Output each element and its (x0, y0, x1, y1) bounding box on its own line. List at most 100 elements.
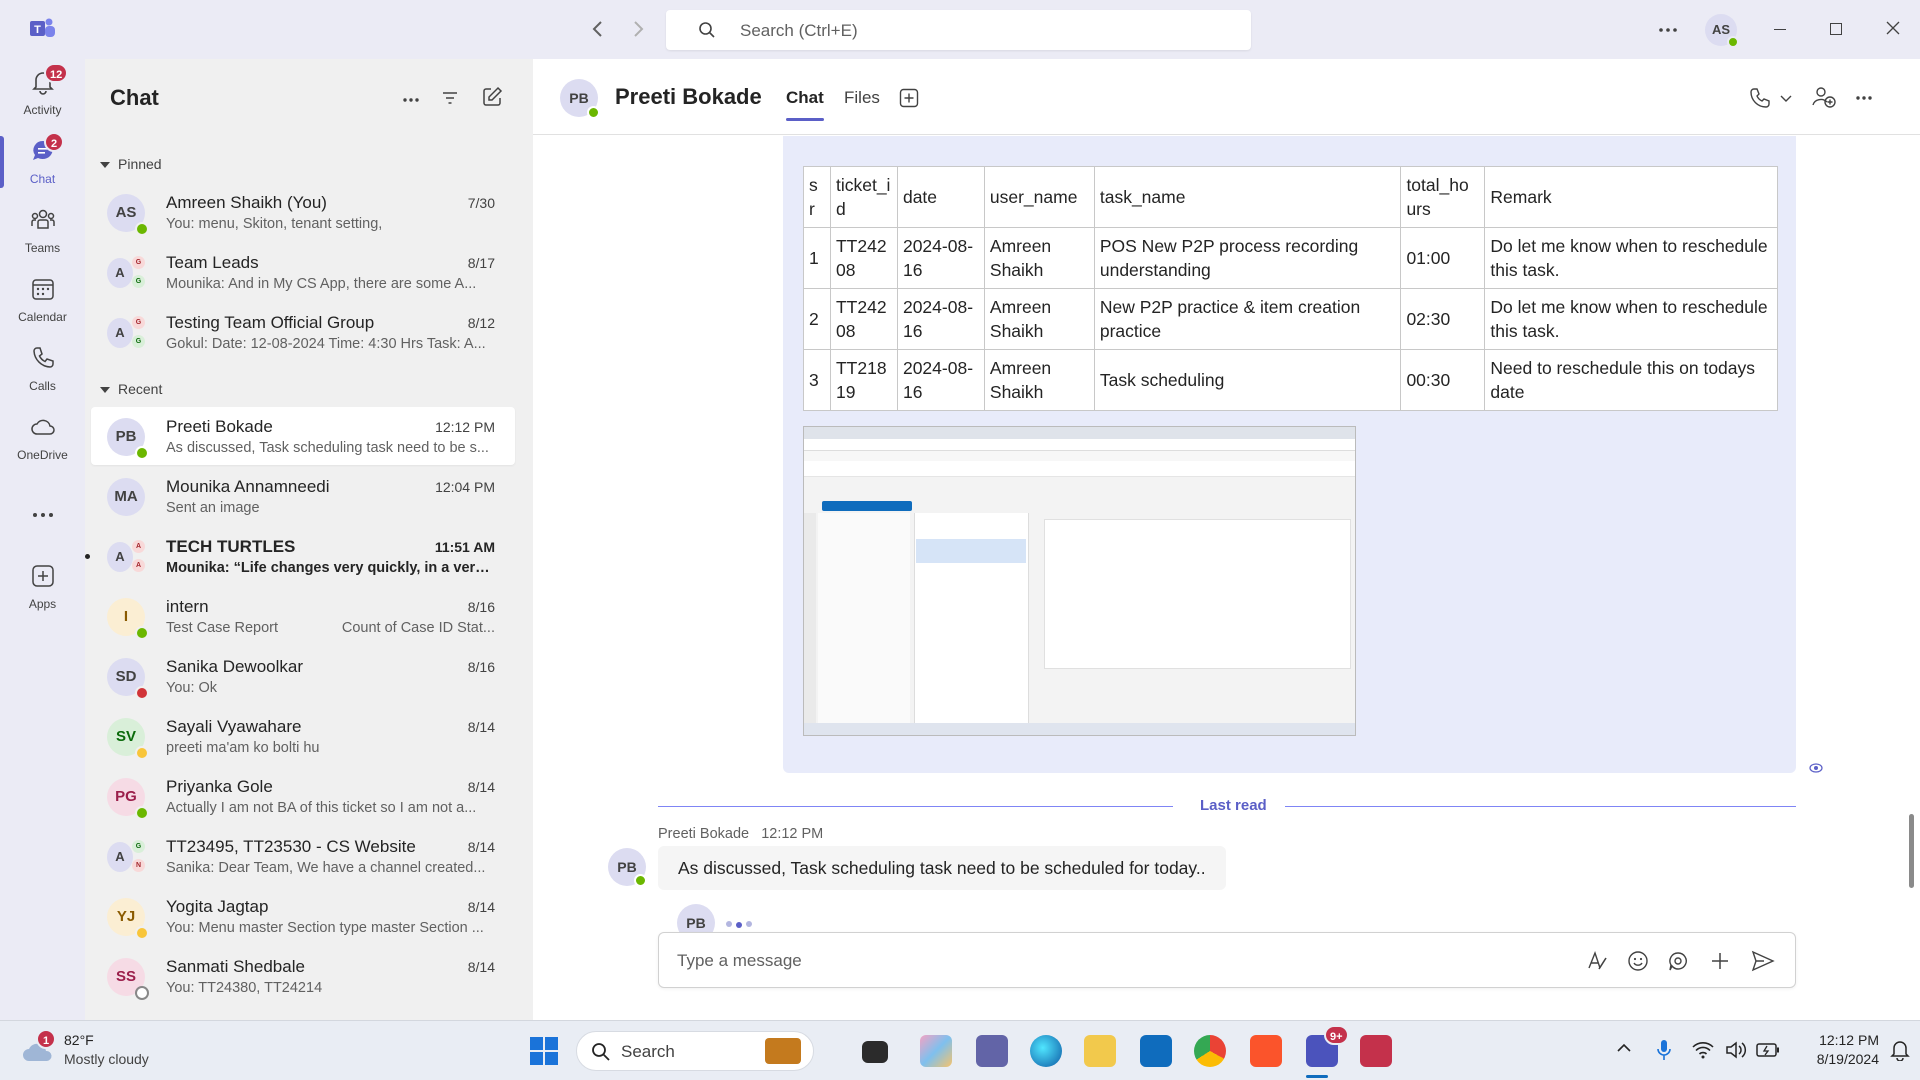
volume-icon[interactable] (1725, 1041, 1747, 1059)
rail-item-calls[interactable]: Calls (0, 335, 85, 403)
wifi-icon[interactable] (1692, 1041, 1714, 1059)
chat-more-options-icon[interactable] (402, 97, 420, 103)
format-icon[interactable] (1586, 950, 1608, 972)
chat-preview-secondary: Count of Case ID Stat... (341, 620, 495, 636)
table-header-cell: total_ho urs (1400, 166, 1486, 228)
tab-chat[interactable]: Chat (786, 88, 824, 121)
table-header-cell: s r (803, 166, 831, 228)
battery-icon[interactable] (1756, 1043, 1780, 1057)
chat-item-priyanka-gole[interactable]: PG Priyanka Gole 8/14 Actually I am not … (91, 767, 515, 825)
last-read-label: Last read (1200, 797, 1267, 814)
chat-item-testing-team[interactable]: A G G Testing Team Official Group 8/12 G… (91, 303, 515, 361)
microphone-icon[interactable] (1657, 1039, 1671, 1061)
header-more-options-icon[interactable] (1855, 95, 1873, 101)
chat-item-yogita-jagtap[interactable]: YJ Yogita Jagtap 8/14 You: Menu master S… (91, 887, 515, 945)
send-icon[interactable] (1751, 950, 1775, 972)
tab-files[interactable]: Files (844, 88, 880, 108)
add-tab-icon[interactable] (899, 88, 919, 108)
sender-avatar[interactable]: PB (608, 848, 647, 887)
filter-icon[interactable] (441, 89, 459, 107)
chat-item-cs-website[interactable]: A G N TT23495, TT23530 - CS Website 8/14… (91, 827, 515, 885)
forward-arrow-icon[interactable] (630, 19, 646, 39)
search-input[interactable]: Search (Ctrl+E) (666, 10, 1251, 50)
group-avatar-member: G (132, 840, 145, 853)
chat-time: 8/14 (467, 779, 495, 795)
compose-box[interactable]: Type a message (658, 932, 1796, 988)
chat-list-pane: Chat Pinned AS Amreen Shaikh (You) 7/30 … (85, 59, 533, 1020)
copilot-icon[interactable] (920, 1035, 952, 1067)
chat-item-tech-turtles[interactable]: A A A TECH TURTLES 11:51 AM Mounika: “Li… (85, 527, 515, 585)
contact-avatar[interactable]: PB (560, 79, 600, 119)
chat-time: 12:12 PM (435, 419, 495, 435)
teams-personal-icon[interactable] (976, 1035, 1008, 1067)
notification-bell-icon[interactable] (1890, 1039, 1910, 1061)
teams-logo-icon[interactable]: T (28, 16, 56, 42)
profile-avatar[interactable]: AS (1705, 14, 1739, 48)
add-people-icon[interactable] (1811, 85, 1837, 109)
table-cell: 2024-08- 16 (896, 349, 985, 411)
chat-name: Mounika Annamneedi (166, 477, 330, 496)
my-message-bubble[interactable]: s r ticket_i d date user_name task_name total… (783, 136, 1796, 773)
table-header-cell: date (896, 166, 985, 228)
chat-item-preeti-bokade[interactable]: PB Preeti Bokade 12:12 PM As discussed, … (91, 407, 515, 465)
table-cell: 2024-08- 16 (896, 288, 985, 350)
table-cell: Amreen Shaikh (983, 349, 1095, 411)
chat-item-sanika-dewoolkar[interactable]: SD Sanika Dewoolkar 8/16 You: Ok (91, 647, 515, 705)
chat-time: 8/12 (467, 315, 495, 331)
loop-component-icon[interactable] (1667, 950, 1689, 972)
chat-item-team-leads[interactable]: A G G Team Leads 8/17 Mounika: And in My… (91, 243, 515, 301)
attached-screenshot-image[interactable] (803, 426, 1356, 736)
chat-item-amreen-shaikh[interactable]: AS Amreen Shaikh (You) 7/30 You: menu, S… (91, 183, 515, 241)
incoming-message-bubble[interactable]: As discussed, Task scheduling task need … (658, 846, 1226, 890)
chrome-icon[interactable] (1194, 1035, 1226, 1067)
table-row: 3 TT218 19 2024-08- 16 Amreen Shaikh Task sc… (803, 349, 1778, 411)
chat-preview: preeti ma'am ko bolti hu (166, 740, 320, 756)
minimize-icon[interactable] (1774, 29, 1786, 30)
rail-item-activity[interactable]: 12 Activity (0, 59, 85, 127)
more-options-icon[interactable] (1658, 27, 1678, 33)
chat-item-sanmati-shedbale[interactable]: SS Sanmati Shedbale 8/14 You: TT24380, T… (91, 947, 515, 1005)
pinned-section-header[interactable]: Pinned (100, 156, 162, 172)
add-attachment-plus-icon[interactable] (1709, 950, 1731, 972)
group-avatar-member: G (132, 335, 145, 348)
chat-item-sayali-vyawahare[interactable]: SV Sayali Vyawahare 8/14 preeti ma'am ko… (91, 707, 515, 765)
edge-browser-icon[interactable] (1030, 1035, 1062, 1067)
chat-item-intern[interactable]: I intern 8/16 Test Case Report Count of … (91, 587, 515, 645)
close-icon[interactable] (1885, 20, 1901, 36)
file-explorer-icon[interactable] (1084, 1035, 1116, 1067)
brave-browser-icon[interactable] (1250, 1035, 1282, 1067)
compose-placeholder: Type a message (677, 951, 802, 970)
rail-item-onedrive[interactable]: OneDrive (0, 404, 85, 472)
back-arrow-icon[interactable] (590, 19, 606, 39)
chat-preview: Actually I am not BA of this ticket so I… (166, 800, 477, 816)
screen-recorder-icon[interactable] (1360, 1035, 1392, 1067)
new-chat-icon[interactable] (481, 86, 503, 108)
presence-available-icon (587, 106, 600, 119)
clock-date[interactable]: 8/19/2024 (1799, 1051, 1879, 1067)
recent-section-header[interactable]: Recent (100, 381, 162, 397)
group-avatar-member: G (132, 256, 145, 269)
audio-call-icon[interactable] (1749, 87, 1771, 109)
last-read-line (1285, 806, 1796, 807)
calendar-icon (30, 276, 56, 302)
chat-item-mounika-annamneedi[interactable]: MA Mounika Annamneedi 12:04 PM Sent an i… (91, 467, 515, 525)
rail-item-apps[interactable]: Apps (0, 553, 85, 621)
table-cell: Need to reschedule this on todays date (1484, 349, 1778, 411)
unread-dot-icon (85, 554, 90, 559)
rail-item-chat[interactable]: 2 Chat (0, 128, 85, 196)
taskbar-search[interactable]: Search (576, 1031, 814, 1071)
emoji-icon[interactable] (1627, 950, 1649, 972)
rail-item-calendar[interactable]: Calendar (0, 266, 85, 334)
clock-time[interactable]: 12:12 PM (1799, 1032, 1879, 1048)
typing-avatar: PB (677, 904, 715, 934)
restore-icon[interactable] (1830, 23, 1842, 35)
task-view-icon[interactable] (862, 1041, 888, 1063)
more-apps-icon[interactable] (32, 512, 54, 518)
call-options-chevron-down-icon[interactable] (1780, 95, 1792, 103)
windows-start-icon[interactable] (529, 1036, 559, 1066)
mail-icon[interactable] (1140, 1035, 1172, 1067)
scrollbar-thumb[interactable] (1909, 814, 1914, 888)
tray-chevron-up-icon[interactable] (1617, 1043, 1631, 1053)
rail-item-teams[interactable]: Teams (0, 197, 85, 265)
contact-name[interactable]: Preeti Bokade (615, 84, 762, 110)
